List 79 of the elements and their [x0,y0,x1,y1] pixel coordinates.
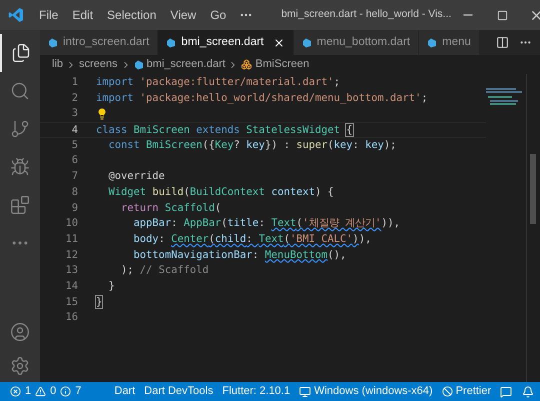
feedback-icon[interactable] [500,386,512,398]
code-line: bottomNavigationBar: MenuBottom(), [132,248,346,263]
code-line: class BmiScreen extends StatelessWidget { [96,123,353,137]
line-number: 10 [64,216,78,232]
app-nav-item[interactable]: View [163,6,204,24]
breadcrumb-item[interactable]: BmiScreen [255,56,310,73]
line-number: 9 [70,200,78,216]
dart-file-icon [134,60,144,70]
scrollbar[interactable] [530,154,536,224]
editor-tab[interactable]: menu_bottom.dart [294,30,420,55]
problem-count: 0 [50,384,56,400]
lightbulb-icon[interactable] [96,108,108,120]
account-icon[interactable] [10,322,30,342]
breadcrumb-item[interactable]: screens [79,56,118,73]
code-line: return Scaffold( [120,200,222,216]
status-item[interactable]: Dart [114,383,136,400]
status-item[interactable]: Dart DevTools [144,383,214,400]
problem-count: 1 [25,384,32,400]
prohibited-icon [442,386,453,397]
code-line: Widget build(BuildContext context) { [108,184,334,200]
code-line: import 'package:flutter/material.dart'; [96,75,340,90]
notification-bell-icon[interactable] [522,386,534,398]
line-number: 5 [70,138,78,153]
code-line: body: Center(child: Text('BMI CALC')), [132,232,372,247]
tab-label: bmi_screen.dart [181,34,264,50]
line-number: 14 [64,278,78,294]
dart-file-icon [302,38,312,48]
dart-file-icon [166,38,176,48]
device-label: Windows (windows-x64) [314,384,433,400]
error-icon [10,386,21,397]
line-number: 13 [64,263,78,278]
code-line: import 'package:hello_world/shared/menu_bottom.dart'; [96,90,428,106]
app-logo-icon [8,7,24,23]
line-number: 8 [70,184,78,200]
class-icon [241,59,252,70]
line-number: 1 [70,75,78,90]
editor-tab[interactable]: menu [419,30,480,55]
code-line: ); // Scaffold [120,263,209,278]
dart-file-icon [427,38,438,48]
prettier-status[interactable]: Prettier [442,383,492,400]
code-line: } [108,278,115,294]
split-editor-icon[interactable] [496,36,509,49]
warning-icon [35,386,46,397]
line-number: 7 [70,169,78,184]
line-number: 2 [70,90,78,106]
editor-tab[interactable]: intro_screen.dart [40,30,158,55]
line-number: 11 [64,232,78,247]
tab-label: menu [442,34,471,50]
breadcrumb-item[interactable]: bmi_screen.dart [146,56,226,73]
app-nav-item[interactable]: Selection [100,6,164,24]
line-number: 16 [64,310,78,326]
problems-indicator[interactable]: 1 0 7 [10,383,82,400]
line-number: 6 [70,153,78,168]
monitor-icon [299,386,312,398]
device-selector[interactable]: Windows (windows-x64) [299,383,433,400]
line-number: 15 [64,294,78,310]
status-item[interactable]: Flutter: 2.10.1 [222,383,290,400]
app-nav-item[interactable]: Edit [65,6,100,24]
prettier-label: Prettier [456,384,492,400]
line-number: 12 [64,248,78,263]
settings-icon[interactable] [10,356,30,376]
line-number: 3 [70,106,78,122]
code-line: appBar: AppBar(title: Text('체질량 계산기')), [132,216,400,232]
editor-tab[interactable]: bmi_screen.dart [158,30,294,55]
window-title: bmi_screen.dart - hello_world - Vis... [281,7,452,22]
info-icon [60,386,72,397]
problem-count: 7 [75,384,82,400]
breadcrumb-item[interactable]: lib [52,56,64,73]
tab-label: menu_bottom.dart [316,34,410,50]
tab-label: intro_screen.dart [63,34,150,50]
dart-file-icon [48,38,58,48]
app-nav-item[interactable]: File [32,6,66,24]
maximize-icon [496,10,508,20]
line-number: 4 [70,123,78,137]
app-nav-item[interactable]: Go [203,6,234,24]
code-line: @override [108,169,165,184]
code-line: } [96,294,102,310]
close-tab-icon[interactable] [272,36,285,48]
code-line: const BmiScreen({Key? key}) : super(key: key); [108,138,396,153]
